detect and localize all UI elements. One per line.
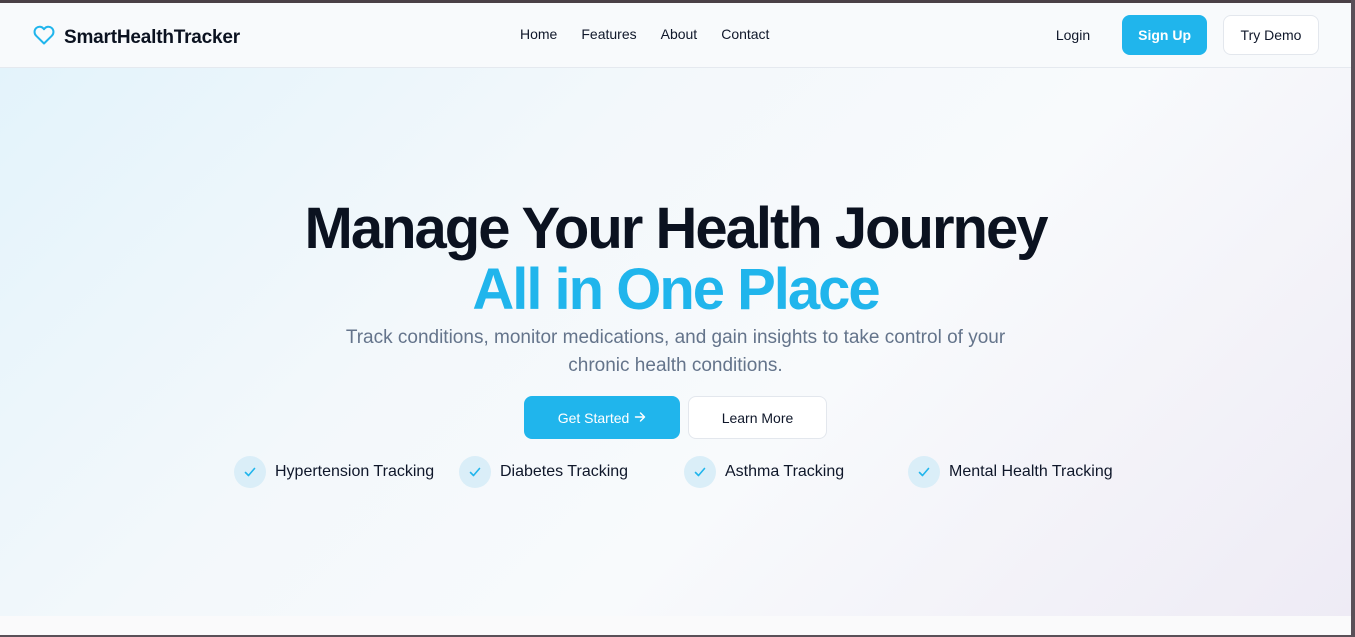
nav-about-link[interactable]: About <box>661 26 698 42</box>
feature-label: Mental Health Tracking <box>949 463 1113 480</box>
check-icon <box>234 456 266 488</box>
heart-icon <box>32 23 56 52</box>
window-frame-right <box>1351 0 1355 637</box>
feature-list: Hypertension Tracking Diabetes Tracking … <box>0 456 1351 488</box>
hero-subtitle: Track conditions, monitor medications, a… <box>345 327 1006 376</box>
brand-logo[interactable]: SmartHealthTracker <box>32 23 240 52</box>
login-button[interactable]: Login <box>1040 15 1106 55</box>
feature-item: Hypertension Tracking <box>234 456 434 488</box>
arrow-right-icon <box>634 410 646 426</box>
learn-more-button[interactable]: Learn More <box>688 396 827 439</box>
feature-item: Diabetes Tracking <box>459 456 628 488</box>
top-navbar: SmartHealthTracker Home Features About C… <box>0 3 1351 68</box>
get-started-label: Get Started <box>557 409 630 426</box>
brand-name: SmartHealthTracker <box>64 26 240 48</box>
page-below-fold <box>0 616 1351 635</box>
hero-headline-accent: All in One Place <box>472 257 880 322</box>
check-icon <box>459 456 491 488</box>
check-icon <box>908 456 940 488</box>
feature-label: Hypertension Tracking <box>275 463 435 480</box>
get-started-button[interactable]: Get Started <box>524 396 680 439</box>
signup-button[interactable]: Sign Up <box>1122 15 1207 55</box>
nav-home-link[interactable]: Home <box>520 26 557 42</box>
feature-item: Mental Health Tracking <box>908 456 1113 488</box>
try-demo-button[interactable]: Try Demo <box>1223 15 1319 55</box>
check-icon <box>684 456 716 488</box>
main-nav: Home Features About Contact <box>520 26 793 42</box>
hero-section: Manage Your Health Journey All in One Pl… <box>0 68 1351 616</box>
feature-item: Asthma Tracking <box>684 456 844 488</box>
auth-actions: Login Sign Up Try Demo <box>1040 15 1319 55</box>
nav-contact-link[interactable]: Contact <box>721 26 769 42</box>
feature-label: Asthma Tracking <box>725 463 845 480</box>
nav-features-link[interactable]: Features <box>581 26 636 42</box>
feature-label: Diabetes Tracking <box>500 463 629 480</box>
hero-cta-group: Get Started Learn More <box>524 396 827 439</box>
hero-headline: Manage Your Health Journey <box>304 196 1049 261</box>
